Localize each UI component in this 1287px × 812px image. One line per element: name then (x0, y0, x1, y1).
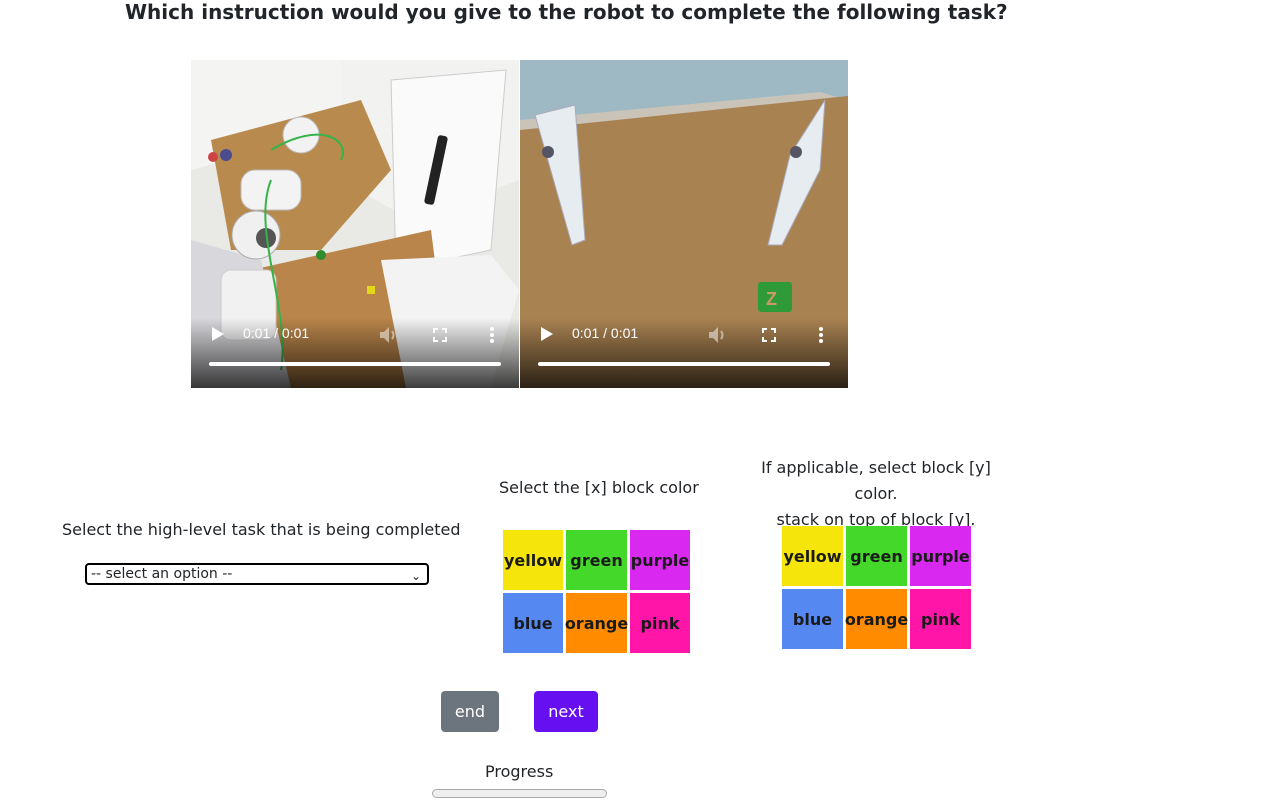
progress-bar (432, 789, 607, 798)
more-options-icon[interactable] (818, 326, 824, 344)
x-block-color-grid: yellow green purple blue orange pink (503, 530, 690, 653)
video-timeline[interactable] (209, 362, 501, 366)
video-player-overview[interactable]: 0:01 / 0:01 (191, 60, 519, 388)
task-select-label: Select the high-level task that is being… (62, 520, 461, 539)
y-block-color-label-line1: If applicable, select block [y] color. (761, 458, 991, 503)
y-block-color-grid: yellow green purple blue orange pink (782, 526, 971, 649)
volume-icon[interactable] (379, 326, 399, 344)
y-color-orange[interactable]: orange (845, 589, 908, 649)
y-color-purple[interactable]: purple (910, 526, 971, 586)
y-block-color-label: If applicable, select block [y] color. s… (740, 455, 1012, 533)
play-icon[interactable] (540, 326, 554, 342)
x-color-orange[interactable]: orange (565, 593, 628, 653)
video-player-gripper[interactable]: Z 0:01 / 0:01 (520, 60, 848, 388)
video-time: 0:01 / 0:01 (572, 325, 639, 341)
video-controls-bar (191, 318, 519, 388)
end-button[interactable]: end (441, 691, 499, 732)
task-select-dropdown[interactable]: -- select an option -- ⌄ (85, 563, 429, 585)
x-color-yellow[interactable]: yellow (503, 530, 563, 590)
fullscreen-icon[interactable] (433, 328, 447, 342)
video-time: 0:01 / 0:01 (243, 325, 310, 341)
next-button[interactable]: next (534, 691, 598, 732)
more-options-icon[interactable] (489, 326, 495, 344)
y-color-blue[interactable]: blue (782, 589, 843, 649)
svg-text:Z: Z (766, 289, 777, 309)
progress-label: Progress (485, 762, 554, 781)
y-color-green[interactable]: green (846, 526, 907, 586)
x-color-blue[interactable]: blue (503, 593, 563, 653)
y-color-yellow[interactable]: yellow (782, 526, 843, 586)
x-block-color-label: Select the [x] block color (499, 478, 699, 497)
x-color-green[interactable]: green (566, 530, 627, 590)
play-icon[interactable] (211, 326, 225, 342)
volume-icon[interactable] (708, 326, 728, 344)
page-title: Which instruction would you give to the … (125, 0, 1008, 24)
y-color-pink[interactable]: pink (910, 589, 971, 649)
fullscreen-icon[interactable] (762, 328, 776, 342)
video-controls-bar (520, 318, 848, 388)
task-select-value: -- select an option -- (91, 566, 233, 582)
x-color-purple[interactable]: purple (630, 530, 690, 590)
chevron-down-icon: ⌄ (410, 569, 421, 583)
video-timeline[interactable] (538, 362, 830, 366)
x-color-pink[interactable]: pink (630, 593, 690, 653)
